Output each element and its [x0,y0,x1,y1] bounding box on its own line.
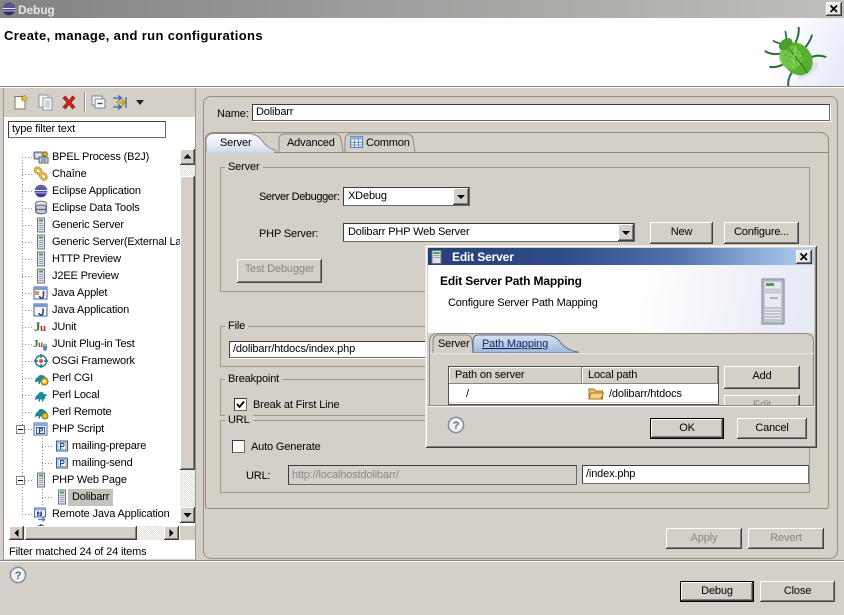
svg-text:?: ? [453,420,460,432]
svg-text:?: ? [15,570,22,582]
